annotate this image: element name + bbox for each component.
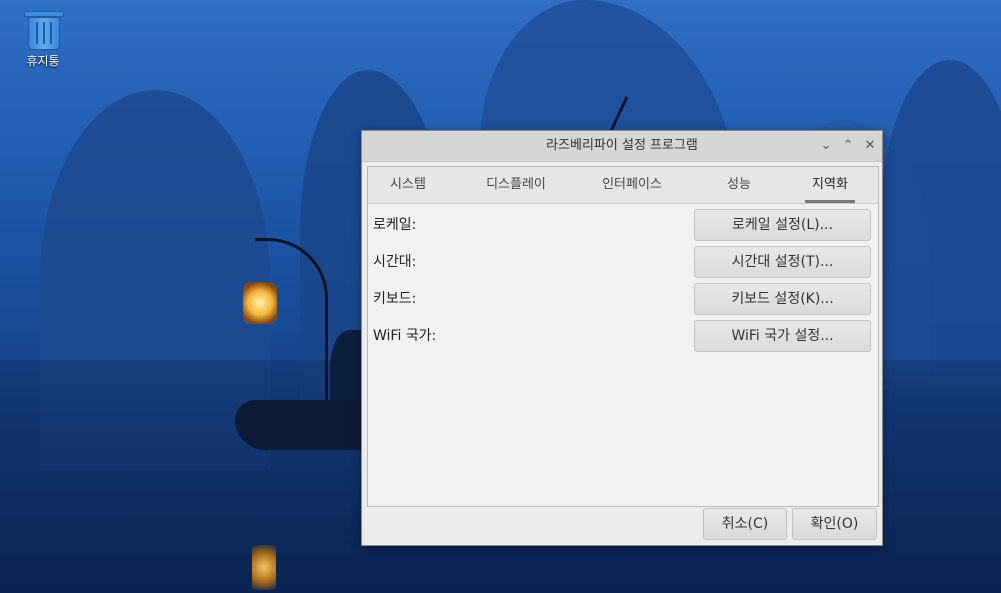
wifi-country-label: WiFi 국가: [373,328,437,344]
locale-label: 로케일: [373,217,417,233]
titlebar[interactable]: 라즈베리파이 설정 프로그램 ⌄ ⌃ ✕ [362,131,882,162]
desktop-icon-trash[interactable]: 휴지통 [12,8,74,69]
trash-label: 휴지통 [26,54,60,68]
tab-bar: 시스템 디스플레이 인터페이스 성능 지역화 [368,167,878,204]
keyboard-label: 키보드: [373,291,417,307]
set-timezone-button[interactable]: 시간대 설정(T)... [694,246,871,278]
set-locale-button[interactable]: 로케일 설정(L)... [694,209,871,241]
tab-performance[interactable]: 성능 [702,167,776,203]
dialog-title: 라즈베리파이 설정 프로그램 [546,138,698,153]
tab-localisation[interactable]: 지역화 [805,167,855,203]
timezone-row: 시간대: 시간대 설정(T)... [368,246,878,278]
set-keyboard-button[interactable]: 키보드 설정(K)... [694,283,871,315]
ok-button[interactable]: 확인(O) [792,508,877,540]
locale-row: 로케일: 로케일 설정(L)... [368,209,878,241]
settings-notebook: 시스템 디스플레이 인터페이스 성능 지역화 로케일: 로케일 설정(L)...… [367,166,879,507]
tab-display[interactable]: 디스플레이 [468,167,564,203]
tab-interfaces[interactable]: 인터페이스 [585,167,679,203]
lantern-glow [243,282,277,324]
keyboard-row: 키보드: 키보드 설정(K)... [368,283,878,315]
timezone-label: 시간대: [373,254,417,270]
tab-system[interactable]: 시스템 [376,167,440,203]
raspberry-pi-config-dialog: 라즈베리파이 설정 프로그램 ⌄ ⌃ ✕ 시스템 디스플레이 인터페이스 성능 … [361,130,883,546]
minimize-icon[interactable]: ⌄ [817,137,835,155]
set-wifi-country-button[interactable]: WiFi 국가 설정... [694,320,871,352]
wifi-country-row: WiFi 국가: WiFi 국가 설정... [368,320,878,352]
close-icon[interactable]: ✕ [861,137,879,155]
cancel-button[interactable]: 취소(C) [703,508,787,540]
maximize-icon[interactable]: ⌃ [839,137,857,155]
trash-icon [23,8,64,50]
